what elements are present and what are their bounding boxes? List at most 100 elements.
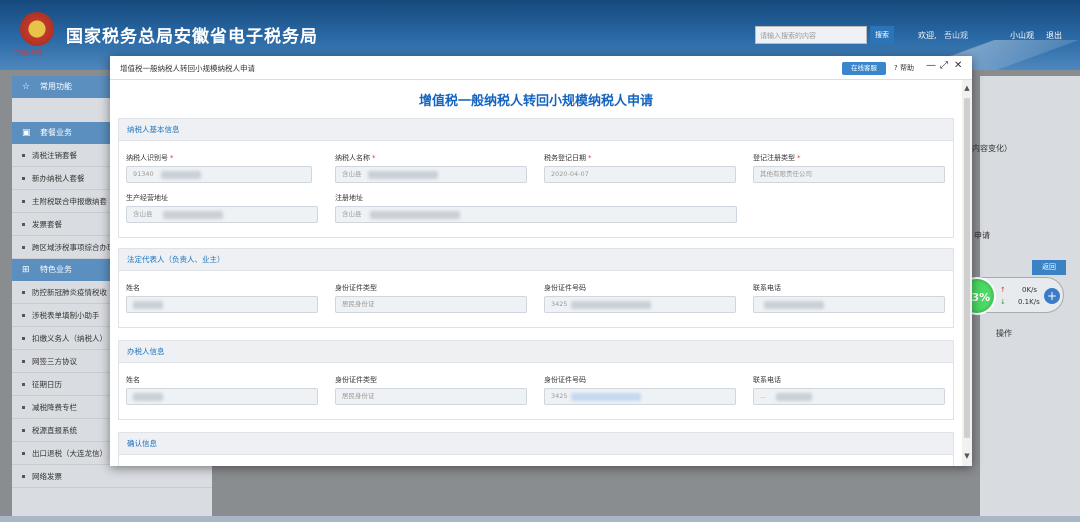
field-label: 姓名 (126, 376, 140, 384)
input-value: ... (760, 392, 767, 400)
field-label: 纳税人识别号 (126, 154, 168, 162)
input-value: 含山县 (133, 210, 153, 218)
maximize-icon[interactable]: ⤢ (940, 60, 948, 71)
legal-name-input[interactable] (126, 296, 318, 313)
tax-emblem-icon (20, 12, 54, 46)
upload-rate: 0K/s (1022, 286, 1038, 294)
field-label: 姓名 (126, 284, 140, 292)
input-value: 含山县 (342, 210, 362, 218)
taxpayer-basic-info-section: 纳税人基本信息 纳税人识别号 * 91340 纳税人名称 * 含山县 税务登记日期 *… (118, 118, 954, 238)
registered-address-field: 注册地址 含山县 (335, 193, 737, 223)
tax-id-input[interactable]: 91340 (126, 166, 312, 183)
registration-date-input[interactable]: 2020-04-07 (544, 166, 736, 183)
package-icon: ▣ (22, 128, 31, 138)
field-label: 纳税人名称 (335, 154, 370, 162)
dialog-body: 增值税一般纳税人转回小规模纳税人申请 纳税人基本信息 纳税人识别号 * 91340… (110, 80, 962, 466)
star-icon: ☆ (22, 82, 31, 92)
field-label: 身份证件号码 (544, 376, 586, 384)
minimize-icon[interactable]: — (926, 60, 936, 71)
scroll-down-icon[interactable]: ▼ (962, 452, 972, 462)
agent-phone-input[interactable]: ... (753, 388, 945, 405)
business-address-input[interactable]: 含山县 (126, 206, 318, 223)
field-label: 联系电话 (753, 376, 781, 384)
registered-address-input[interactable]: 含山县 (335, 206, 737, 223)
redacted-mark (571, 393, 641, 401)
field-label: 税务登记日期 (544, 154, 586, 162)
upload-arrow-icon: ↑ (1000, 286, 1006, 294)
redacted-mark (163, 211, 223, 219)
tax-agent-section: 办税人信息 姓名 身份证件类型 居民身份证 身份证件号码 3425 联系电话 .… (118, 340, 954, 420)
taxpayer-name-field: 纳税人名称 * 含山县 (335, 153, 527, 183)
sidebar-item[interactable]: 网络发票 (12, 465, 212, 488)
input-value: 含山县 (342, 170, 362, 178)
field-label: 身份证件类型 (335, 284, 377, 292)
dialog-titlebar: 增值税一般纳税人转回小规模纳税人申请 在线客服 ? 帮助 — ⤢ ✕ (110, 56, 972, 80)
logout-link[interactable]: 退出 (1046, 30, 1062, 41)
common-functions-label: 常用功能 (40, 82, 72, 91)
agent-id-type-input[interactable]: 居民身份证 (335, 388, 527, 405)
registration-date-field: 税务登记日期 * 2020-04-07 (544, 153, 736, 183)
section-title: 法定代表人（负责人、业主） (119, 249, 953, 271)
input-value: 3425 (551, 392, 568, 400)
field-label: 注册地址 (335, 194, 363, 202)
legal-name-field: 姓名 (126, 283, 318, 313)
field-label: 登记注册类型 (753, 154, 795, 162)
agent-name-input[interactable] (126, 388, 318, 405)
tax-id-field: 纳税人识别号 * 91340 (126, 153, 312, 183)
dialog-scrollbar[interactable]: ▲ ▼ (962, 80, 972, 466)
redacted-mark (368, 171, 438, 179)
legal-id-number-field: 身份证件号码 3425 (544, 283, 736, 313)
special-section-label: 特色业务 (40, 265, 72, 274)
redacted-mark (776, 393, 812, 401)
required-mark: * (797, 154, 801, 162)
legal-representative-section: 法定代表人（负责人、业主） 姓名 身份证件类型 居民身份证 身份证件号码 342… (118, 248, 954, 328)
agent-id-type-field: 身份证件类型 居民身份证 (335, 375, 527, 405)
scroll-up-icon[interactable]: ▲ (962, 84, 972, 94)
field-label: 身份证件类型 (335, 376, 377, 384)
input-value: 91340 (133, 170, 154, 178)
legal-id-type-input[interactable]: 居民身份证 (335, 296, 527, 313)
legal-id-number-input[interactable]: 3425 (544, 296, 736, 313)
welcome-text: 欢迎, (918, 31, 937, 40)
legal-phone-field: 联系电话 (753, 283, 945, 313)
site-title: 国家税务总局安徽省电子税务局 (66, 27, 318, 47)
section-title: 办税人信息 (119, 341, 953, 363)
legal-id-type-field: 身份证件类型 居民身份证 (335, 283, 527, 313)
search-button[interactable]: 搜索 (870, 26, 894, 44)
agent-phone-field: 联系电话 ... (753, 375, 945, 405)
registration-type-input[interactable]: 其他有限责任公司 (753, 166, 945, 183)
package-section-label: 套餐业务 (40, 128, 72, 137)
back-button[interactable]: 返回 (1032, 260, 1066, 275)
section-title: 纳税人基本信息 (119, 119, 953, 141)
legal-phone-input[interactable] (753, 296, 945, 313)
field-label: 身份证件号码 (544, 284, 586, 292)
dialog-title: 增值税一般纳税人转回小规模纳税人申请 (120, 64, 255, 73)
user-link[interactable]: 小山观 (1010, 30, 1034, 41)
agent-id-number-field: 身份证件号码 3425 (544, 375, 736, 405)
search-input[interactable]: 请输入搜索的内容 (755, 26, 867, 44)
emblem-text: 中国税务 (14, 49, 42, 57)
right-panel-text: 申请 (974, 231, 990, 240)
application-dialog: 增值税一般纳税人转回小规模纳税人申请 在线客服 ? 帮助 — ⤢ ✕ 增值税一般… (110, 56, 972, 466)
confirmation-section: 确认信息 (118, 432, 954, 466)
input-value: 3425 (551, 300, 568, 308)
registration-type-field: 登记注册类型 * 其他有限责任公司 (753, 153, 945, 183)
download-arrow-icon: ↓ (1000, 298, 1006, 306)
required-mark: * (170, 154, 174, 162)
field-label: 联系电话 (753, 284, 781, 292)
field-label: 生产经营地址 (126, 194, 168, 202)
taxpayer-name-input[interactable]: 含山县 (335, 166, 527, 183)
download-rate: 0.1K/s (1018, 298, 1040, 306)
redacted-mark (161, 171, 201, 179)
scroll-thumb[interactable] (964, 98, 970, 438)
help-button[interactable]: ? 帮助 (894, 63, 914, 73)
plus-icon[interactable]: + (1044, 288, 1060, 304)
required-mark: * (372, 154, 376, 162)
agent-name-field: 姓名 (126, 375, 318, 405)
close-icon[interactable]: ✕ (954, 60, 962, 71)
online-service-button[interactable]: 在线客服 (842, 62, 886, 75)
agent-id-number-input[interactable]: 3425 (544, 388, 736, 405)
username: 吾山观 (944, 31, 968, 40)
form-title: 增值税一般纳税人转回小规模纳税人申请 (418, 94, 653, 109)
grid-icon: ⊞ (22, 265, 30, 275)
